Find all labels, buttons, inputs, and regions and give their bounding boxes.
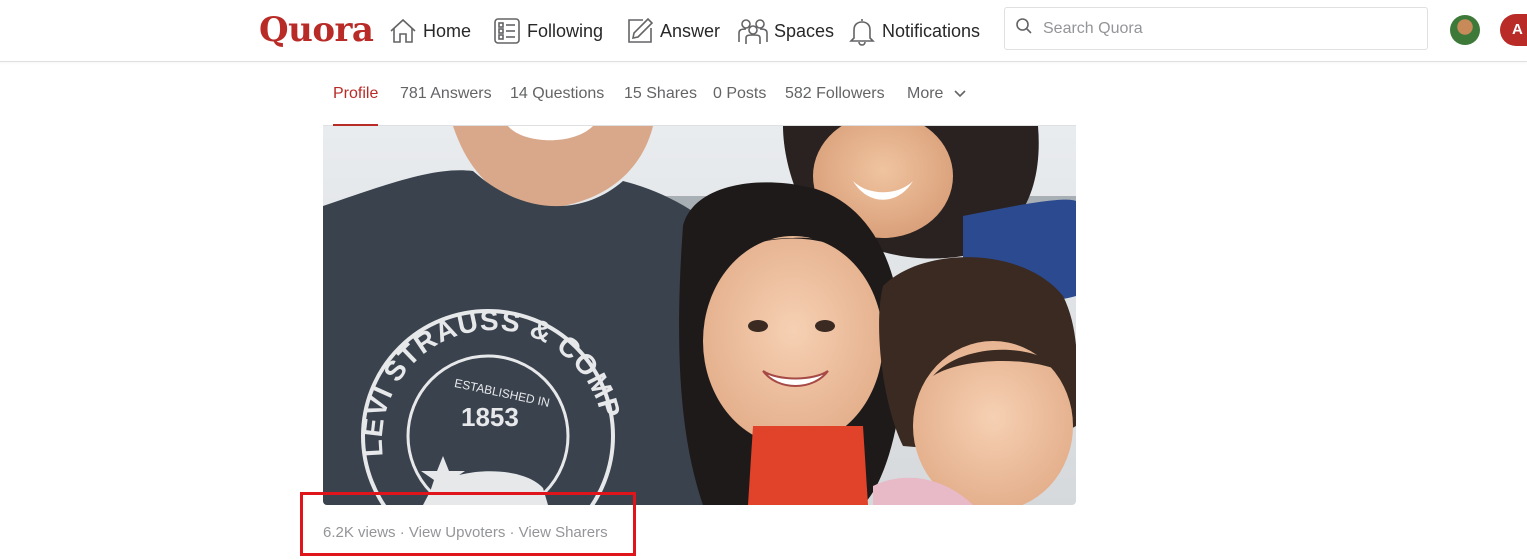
- nav-answer-label: Answer: [660, 20, 721, 41]
- search-icon: [1015, 17, 1033, 40]
- answer-photo: LEVI STRAUSS & COMPANY ESTABLISHED IN 18…: [323, 126, 1076, 505]
- tab-more[interactable]: More: [907, 62, 966, 125]
- nav-home-label: Home: [423, 20, 472, 41]
- nav-home[interactable]: Home: [388, 12, 471, 50]
- nav-spaces-label: Spaces: [774, 20, 835, 41]
- tab-profile[interactable]: Profile: [333, 62, 379, 126]
- annotation-highlight-box: [300, 492, 636, 556]
- following-icon: [492, 16, 522, 46]
- nav-following-label: Following: [527, 20, 604, 41]
- search-input[interactable]: [1041, 18, 1405, 39]
- search-box[interactable]: [1004, 7, 1428, 50]
- quora-logo[interactable]: Quora: [259, 8, 374, 52]
- nav-following[interactable]: Following: [492, 12, 603, 50]
- nav-answer[interactable]: Answer: [625, 12, 720, 50]
- top-navigation-bar: Quora Home Following Answer Spaces Notif…: [0, 0, 1527, 62]
- chevron-down-icon: [954, 62, 966, 125]
- nav-notifications-label: Notifications: [882, 20, 981, 41]
- answer-icon: [625, 16, 655, 46]
- spaces-icon: [737, 16, 769, 46]
- user-avatar[interactable]: [1450, 15, 1480, 45]
- tab-followers[interactable]: 582 Followers: [785, 62, 885, 125]
- home-icon: [388, 16, 418, 46]
- add-question-button[interactable]: A: [1500, 14, 1527, 46]
- tab-shares[interactable]: 15 Shares: [624, 62, 697, 125]
- tab-answers[interactable]: 781 Answers: [400, 62, 492, 125]
- tab-questions[interactable]: 14 Questions: [510, 62, 604, 125]
- profile-tabs: Profile 781 Answers 14 Questions 15 Shar…: [323, 62, 1076, 126]
- tshirt-year-text: 1853: [461, 402, 519, 432]
- nav-spaces[interactable]: Spaces: [737, 12, 834, 50]
- tab-posts[interactable]: 0 Posts: [713, 62, 766, 125]
- bell-icon: [847, 16, 877, 46]
- nav-notifications[interactable]: Notifications: [847, 12, 980, 50]
- tab-more-label: More: [907, 85, 944, 102]
